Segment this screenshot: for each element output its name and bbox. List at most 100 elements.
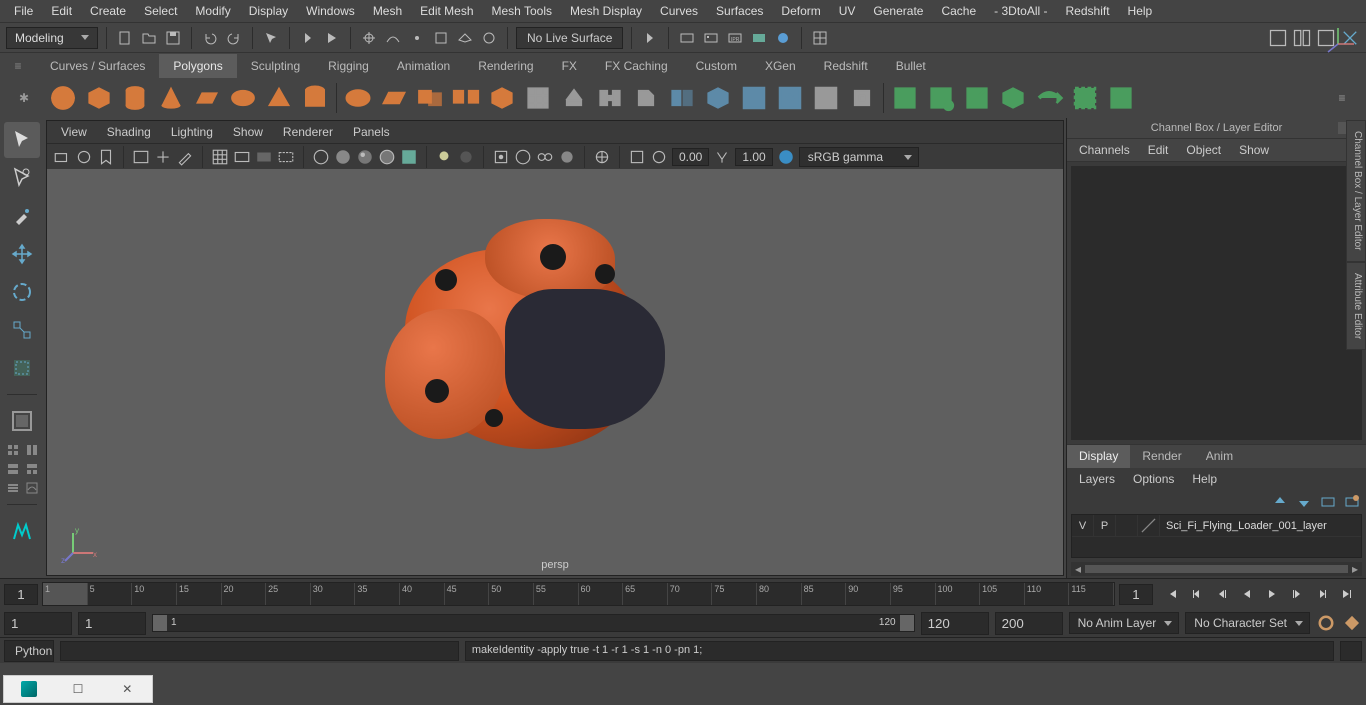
- play-forward-button[interactable]: [1261, 584, 1283, 604]
- tab-display[interactable]: Display: [1067, 445, 1130, 468]
- new-scene-icon[interactable]: [115, 28, 135, 48]
- render-view-icon[interactable]: [749, 28, 769, 48]
- last-tool[interactable]: [4, 350, 40, 386]
- shelf-options-icon[interactable]: ≡: [1324, 78, 1360, 118]
- single-pane-icon[interactable]: [4, 403, 40, 439]
- character-set-dropdown[interactable]: No Character Set: [1185, 612, 1310, 634]
- vp-wireframe-icon[interactable]: [312, 148, 330, 166]
- ipr-render-icon[interactable]: IPR: [725, 28, 745, 48]
- menu-mesh[interactable]: Mesh: [365, 1, 410, 21]
- boolean-icon[interactable]: [523, 83, 553, 113]
- vp-depth-icon[interactable]: [558, 148, 576, 166]
- shelf-tab-fx[interactable]: FX: [548, 54, 591, 78]
- construction-history-icon[interactable]: [640, 28, 660, 48]
- vp-menu-lighting[interactable]: Lighting: [163, 122, 221, 142]
- live-surface-field[interactable]: No Live Surface: [516, 27, 623, 49]
- vp-resolution-gate-icon[interactable]: [255, 148, 273, 166]
- step-forward-button[interactable]: [1286, 584, 1308, 604]
- account-icon[interactable]: [1268, 28, 1288, 48]
- combine-icon[interactable]: [415, 83, 445, 113]
- cb-menu-channels[interactable]: Channels: [1071, 140, 1138, 160]
- crease-icon[interactable]: [1070, 83, 1100, 113]
- select-by-hierarchy-icon[interactable]: [298, 28, 318, 48]
- layer-playback-toggle[interactable]: P: [1094, 515, 1116, 537]
- tab-render[interactable]: Render: [1130, 445, 1193, 468]
- select-by-object-icon[interactable]: [322, 28, 342, 48]
- paint-select-tool[interactable]: [4, 198, 40, 234]
- three-pane-icon[interactable]: [23, 460, 40, 477]
- go-to-start-button[interactable]: [1161, 584, 1183, 604]
- poly-svg-icon[interactable]: [379, 83, 409, 113]
- menu-mesh-tools[interactable]: Mesh Tools: [484, 1, 560, 21]
- vp-shadows-icon[interactable]: [457, 148, 475, 166]
- vp-colorspace-icon[interactable]: [777, 148, 795, 166]
- vp-xray-icon[interactable]: [514, 148, 532, 166]
- vp-menu-panels[interactable]: Panels: [345, 122, 398, 142]
- layer-new-empty-icon[interactable]: [1320, 494, 1336, 510]
- fill-hole-icon[interactable]: [703, 83, 733, 113]
- vp-smooth-shade-icon[interactable]: [334, 148, 352, 166]
- render-sequence-icon[interactable]: [701, 28, 721, 48]
- vp-menu-renderer[interactable]: Renderer: [275, 122, 341, 142]
- set-key-icon[interactable]: [1342, 613, 1362, 633]
- step-forward-key-button[interactable]: [1311, 584, 1333, 604]
- separate-icon[interactable]: [451, 83, 481, 113]
- menu-surfaces[interactable]: Surfaces: [708, 1, 771, 21]
- shelf-edit-icon[interactable]: ✱: [6, 78, 42, 118]
- slide-edge-icon[interactable]: [1034, 83, 1064, 113]
- menu-help[interactable]: Help: [1120, 1, 1161, 21]
- shelf-tab-rigging[interactable]: Rigging: [314, 54, 383, 78]
- menu-edit-mesh[interactable]: Edit Mesh: [412, 1, 481, 21]
- layer-menu-layers[interactable]: Layers: [1071, 469, 1123, 489]
- command-input[interactable]: [60, 641, 459, 661]
- snap-curve-icon[interactable]: [383, 28, 403, 48]
- auto-key-icon[interactable]: [1316, 613, 1336, 633]
- menu-cache[interactable]: Cache: [933, 1, 984, 21]
- range-end-field[interactable]: [995, 612, 1063, 635]
- panel-layout-icon[interactable]: [810, 28, 830, 48]
- script-editor-button[interactable]: [1340, 641, 1362, 661]
- tab-anim[interactable]: Anim: [1194, 445, 1245, 468]
- current-time-field-right[interactable]: [1119, 584, 1153, 605]
- layer-new-selected-icon[interactable]: [1344, 494, 1360, 510]
- vp-wireframe-shaded-icon[interactable]: [378, 148, 396, 166]
- open-scene-icon[interactable]: [139, 28, 159, 48]
- snap-live-icon[interactable]: [479, 28, 499, 48]
- cb-menu-show[interactable]: Show: [1231, 140, 1277, 160]
- taskbar-close-icon[interactable]: ✕: [112, 678, 142, 700]
- menu-display[interactable]: Display: [241, 1, 296, 21]
- poly-pyramid-icon[interactable]: [264, 83, 294, 113]
- range-slider[interactable]: 1 120: [152, 614, 915, 632]
- render-globals-icon[interactable]: [773, 28, 793, 48]
- vp-bookmarks-icon[interactable]: [97, 148, 115, 166]
- layer-scrollbar[interactable]: ◂ ▸: [1071, 562, 1362, 576]
- select-mode-icon[interactable]: [261, 28, 281, 48]
- menu-modify[interactable]: Modify: [187, 1, 238, 21]
- poly-cylinder-icon[interactable]: [120, 83, 150, 113]
- snap-point-icon[interactable]: [407, 28, 427, 48]
- range-inner-end-field[interactable]: [921, 612, 989, 635]
- edge-tab-attribute-editor[interactable]: Attribute Editor: [1346, 262, 1366, 350]
- vp-textured-icon[interactable]: [400, 148, 418, 166]
- undo-icon[interactable]: [200, 28, 220, 48]
- vp-gamma-value-icon[interactable]: [713, 148, 731, 166]
- smooth-icon[interactable]: [487, 83, 517, 113]
- vp-lights-icon[interactable]: [435, 148, 453, 166]
- menu-mesh-display[interactable]: Mesh Display: [562, 1, 650, 21]
- shelf-tab-fx-caching[interactable]: FX Caching: [591, 54, 682, 78]
- layer-move-up-icon[interactable]: [1272, 494, 1288, 510]
- poly-plane-icon[interactable]: [192, 83, 222, 113]
- go-to-end-button[interactable]: [1336, 584, 1358, 604]
- taskbar-app-icon[interactable]: [14, 678, 44, 700]
- vp-select-camera-icon[interactable]: [53, 148, 71, 166]
- vp-use-default-mat-icon[interactable]: [356, 148, 374, 166]
- viewport-canvas[interactable]: y x z persp: [47, 169, 1063, 575]
- layer-move-down-icon[interactable]: [1296, 494, 1312, 510]
- outliner-icon[interactable]: [4, 479, 21, 496]
- workspace-dropdown[interactable]: Modeling: [6, 27, 98, 49]
- menu-file[interactable]: File: [6, 1, 41, 21]
- scale-tool[interactable]: [4, 312, 40, 348]
- shelf-handle-icon[interactable]: ≡: [0, 53, 36, 79]
- taskbar-maximize-icon[interactable]: ☐: [63, 678, 93, 700]
- shelf-tab-polygons[interactable]: Polygons: [159, 54, 236, 78]
